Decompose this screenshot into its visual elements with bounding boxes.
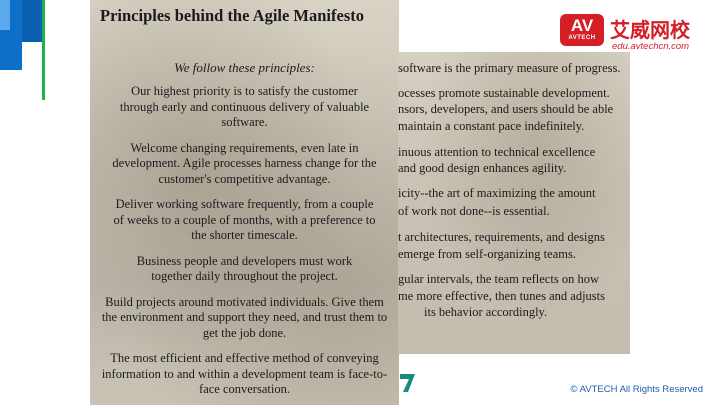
right-page-line: maintain a constant pace indefinitely. (398, 119, 585, 133)
manifesto-left-page: Principles behind the Agile Manifesto We… (90, 0, 399, 405)
right-page-line: of work not done--is essential. (398, 204, 550, 218)
manifesto-right-page: software is the primary measure of progr… (398, 52, 630, 354)
right-page-line: ocesses promote sustainable development. (398, 86, 610, 100)
logo-badge-subtext: AVTECH (568, 35, 596, 41)
logo-badge: AV AVTECH (560, 14, 604, 46)
principle-item: Business people and developers must work… (136, 253, 353, 284)
small-logo-mark-icon (400, 374, 415, 392)
right-page-line: icity--the art of maximizing the amount (398, 186, 596, 200)
principles-intro: We follow these principles: (174, 60, 315, 75)
copyright-text: © AVTECH All Rights Reserved (570, 384, 703, 395)
right-page-line: emerge from self-organizing teams. (398, 247, 576, 261)
decorative-blue-block (22, 0, 44, 42)
principle-item: Deliver working software frequently, fro… (113, 197, 376, 242)
right-page-line: and good design enhances agility. (398, 161, 567, 175)
right-page-line: software is the primary measure of progr… (398, 61, 621, 75)
avtech-logo: AV AVTECH 艾威网校 edu.avtechcn.com (560, 14, 710, 54)
right-page-line: inuous attention to technical excellence (398, 145, 596, 159)
principle-item: Our highest priority is to satisfy the c… (119, 84, 370, 129)
right-page-line: gular intervals, the team reflects on ho… (398, 272, 599, 286)
logo-name: 艾威网校 (610, 18, 690, 42)
principle-item: Welcome changing requirements, even late… (112, 140, 377, 186)
principles-list: Our highest priority is to satisfy the c… (90, 84, 399, 408)
right-page-line: nsors, developers, and users should be a… (398, 102, 614, 116)
right-page-line: its behavior accordingly. (424, 305, 548, 319)
slide-title: Principles behind the Agile Manifesto (100, 6, 364, 25)
decorative-blue-block (0, 0, 10, 30)
decorative-green-line (42, 0, 45, 100)
logo-url: edu.avtechcn.com (612, 41, 690, 52)
principle-item: The most efficient and effective method … (101, 351, 388, 396)
right-page-line: t architectures, requirements, and desig… (398, 230, 605, 244)
principle-item: Build projects around motivated individu… (101, 294, 388, 340)
logo-badge-text: AV (570, 16, 594, 35)
right-page-line: me more effective, then tunes and adjust… (398, 289, 605, 303)
